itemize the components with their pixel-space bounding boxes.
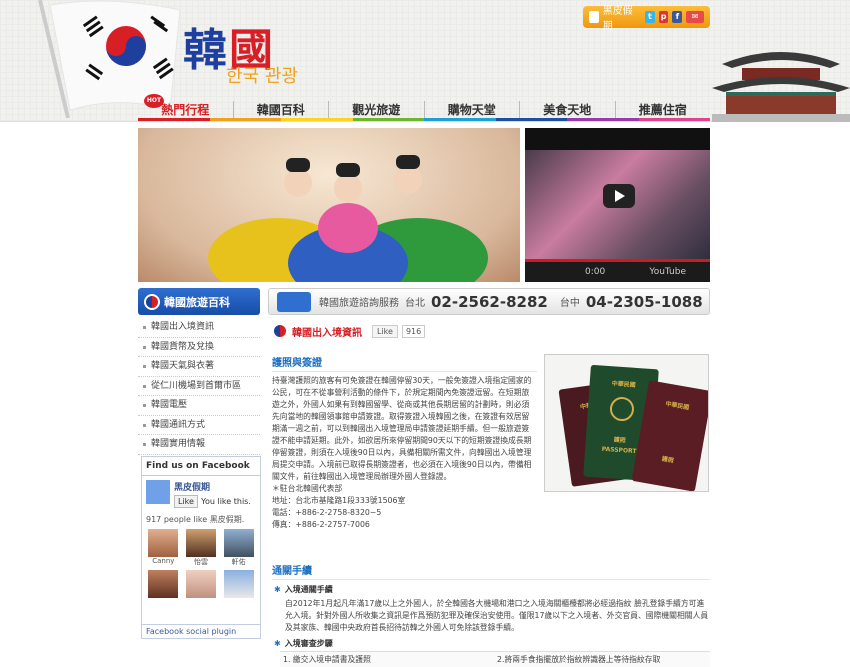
facebook-page-name[interactable]: 黑皮假期 xyxy=(174,480,251,493)
nav-sightseeing[interactable]: 觀光旅遊 xyxy=(329,100,425,118)
sidebar-item-immigration[interactable]: 韓國出入境資訊 xyxy=(138,318,260,338)
subsection-entry-customs: 入境通關手續 xyxy=(274,584,333,595)
color-bar-segment xyxy=(638,118,710,121)
plurk-icon[interactable]: p xyxy=(658,11,669,23)
facebook-widget: Find us on Facebook 黑皮假期 Like You like t… xyxy=(141,456,261,639)
section-customs: 通關手續 xyxy=(272,562,710,580)
video-time: 0:00 xyxy=(585,267,606,277)
color-bar-segment xyxy=(281,118,353,121)
fan-face[interactable]: 軒佑 xyxy=(221,529,256,567)
color-bar-segment xyxy=(138,118,210,121)
palace-image xyxy=(712,52,850,122)
color-bar-segment xyxy=(567,118,639,121)
mission-heading: ＊駐台北韓國代表部 xyxy=(272,484,343,493)
info-bar-city-taipei: 台北 xyxy=(405,298,425,309)
email-icon[interactable]: ✉ xyxy=(686,11,704,23)
info-bar-label: 韓國旅遊諮詢服務 xyxy=(319,298,399,309)
twitter-icon[interactable]: t xyxy=(645,11,655,23)
color-bar-segment xyxy=(352,118,424,121)
mission-phone: 電話：+886-2-2758-8320~5 xyxy=(272,508,382,517)
logo-char-1: 韓 xyxy=(183,25,229,76)
play-icon[interactable] xyxy=(603,184,635,208)
hot-badge: HOT xyxy=(144,94,164,108)
facebook-like-count: 917 people like 黑皮假期. xyxy=(146,515,245,524)
content-like-count: 916 xyxy=(401,324,426,338)
content-title: 韓國出入境資訊 Like 916 xyxy=(272,323,426,339)
hero-banner-image[interactable] xyxy=(138,128,520,301)
emblem-icon xyxy=(609,396,635,422)
page-avatar[interactable] xyxy=(146,480,170,504)
sidebar-item-weather[interactable]: 韓國天氣與衣著 xyxy=(138,357,260,377)
phone-service-icon xyxy=(277,292,311,312)
sidebar-item-communication[interactable]: 韓國通訊方式 xyxy=(138,416,260,435)
sidebar-item-airport-transfer[interactable]: 從仁川機場到首爾市區 xyxy=(138,377,260,396)
nav-food[interactable]: 美食天地 xyxy=(520,100,616,118)
video-controls: 0:00 YouTube xyxy=(525,262,710,282)
sidebar-item-currency[interactable]: 韓國貨幣及兌換 xyxy=(138,338,260,357)
nav-accommodation[interactable]: 推薦住宿 xyxy=(616,101,711,118)
step-1: 1. 繳交入境申請書及護照 xyxy=(283,655,371,664)
facebook-icon[interactable]: f xyxy=(672,11,683,23)
youtube-logo[interactable]: YouTube xyxy=(649,267,686,277)
fan-face[interactable] xyxy=(146,570,181,598)
phone-taichung: 04-2305-1088 xyxy=(585,292,703,311)
sidebar-item-voltage[interactable]: 韓國電壓 xyxy=(138,396,260,416)
sidebar-title: 韓國旅遊百科 xyxy=(138,288,260,315)
passport-text: 中華民國 xyxy=(664,400,690,412)
section-passport-visa: 護照與簽證 xyxy=(272,354,537,372)
taeguk-icon xyxy=(272,323,288,339)
visa-paragraph: 持臺灣護照的旅客有可免簽證在韓國停留30天，一般免簽證入境指定國家的公民，可在不… xyxy=(272,376,532,481)
sidebar-item-practical-info[interactable]: 韓國實用情報 xyxy=(138,435,260,455)
color-bar-segment xyxy=(209,118,281,121)
main-nav: HOT 熱門行程 韓國百科 觀光旅遊 購物天堂 美食天地 推薦住宿 xyxy=(138,94,711,120)
passport-text: 護照 xyxy=(661,455,675,465)
info-bar: 韓國旅遊諮詢服務 台北 02-2562-8282 台中 04-2305-1088 xyxy=(268,288,710,315)
top-links-bar: 黑皮假期 t p f ✉ xyxy=(583,6,710,32)
facebook-widget-header: Find us on Facebook xyxy=(142,457,260,476)
passport-visa-body: 持臺灣護照的旅客有可免簽證在韓國停留30天，一般免簽證入境指定國家的公民，可在不… xyxy=(272,375,537,531)
facebook-faces: Canny 怡雲 軒佑 xyxy=(142,527,260,600)
color-bar-segment xyxy=(424,118,496,121)
header: 韓國 한국 관광 黑皮假期 t p f ✉ HOT 熱門行程 韓國百科 觀光旅遊… xyxy=(0,0,850,122)
phone-taipei: 02-2562-8282 xyxy=(431,292,548,311)
nav-korea-encyclopedia[interactable]: 韓國百科 xyxy=(234,100,329,118)
fan-name: Canny xyxy=(152,557,175,565)
facebook-like-button[interactable]: Like xyxy=(174,495,198,508)
sidebar-title-text: 韓國旅遊百科 xyxy=(164,295,230,309)
facebook-plugin-footer[interactable]: Facebook social plugin xyxy=(142,624,260,638)
content-title-text: 韓國出入境資訊 xyxy=(292,327,362,339)
fan-name: 軒佑 xyxy=(231,558,246,566)
logo-subtitle: 한국 관광 xyxy=(226,66,298,87)
fan-face[interactable]: 怡雲 xyxy=(184,529,219,567)
video-player[interactable]: 0:00 YouTube xyxy=(525,128,710,282)
color-bar-segment xyxy=(495,118,567,121)
subsection-entry-steps: 入境審查步驟 xyxy=(274,638,333,649)
nav-color-bar xyxy=(138,118,710,121)
hanbok-dancers-image xyxy=(208,155,488,301)
facebook-you-like: You like this. xyxy=(201,497,251,506)
fan-face[interactable] xyxy=(221,570,256,598)
info-bar-city-taichung: 台中 xyxy=(559,298,580,309)
mission-address: 地址：台北市基隆路1段333號1506室 xyxy=(272,496,406,505)
fan-face[interactable] xyxy=(184,570,219,598)
nav-shopping[interactable]: 購物天堂 xyxy=(425,100,520,118)
home-link[interactable]: 黑皮假期 xyxy=(603,2,635,32)
passport-image: 中華民國護照 中華民國護照PASSPORT 中華民國護照 xyxy=(544,354,709,492)
content-like-button[interactable]: Like xyxy=(372,324,398,338)
step-2: 2.將兩手食指擺放於指紋辨識器上等待指紋存取 xyxy=(497,655,661,664)
home-icon xyxy=(589,11,599,23)
taeguk-icon xyxy=(144,293,160,310)
sidebar-menu: 韓國出入境資訊 韓國貨幣及兌換 韓國天氣與衣著 從仁川機場到首爾市區 韓國電壓 … xyxy=(138,318,260,455)
fan-face[interactable]: Canny xyxy=(146,529,181,567)
fan-name: 怡雲 xyxy=(193,558,208,566)
customs-paragraph: 自2012年1月起凡年滿17歲以上之外國人，於全韓國各大機場和港口之入境海關櫃檯… xyxy=(285,599,709,632)
mission-fax: 傳真：+886-2-2757-7006 xyxy=(272,520,370,529)
